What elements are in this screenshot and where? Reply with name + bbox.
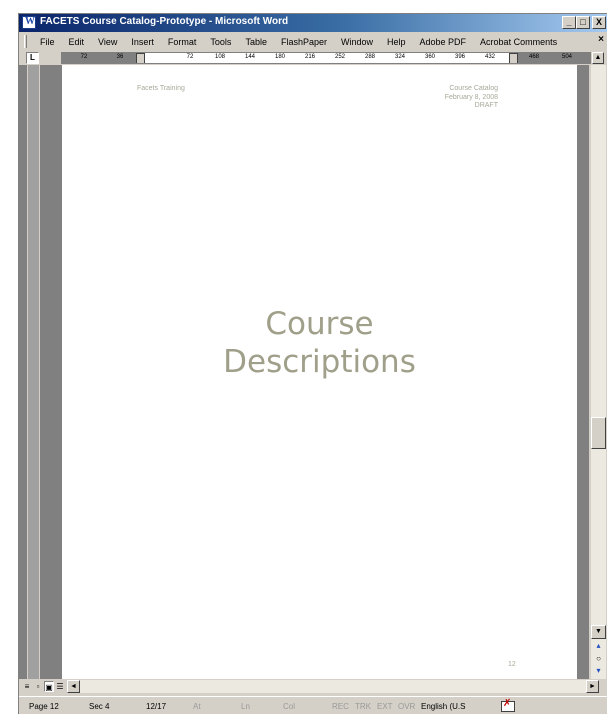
header-right-line: February 8, 2008 (444, 93, 498, 101)
select-browse-object-icon[interactable]: ○ (591, 653, 606, 665)
status-column: Col (283, 702, 296, 711)
menu-tools[interactable]: Tools (203, 37, 238, 47)
ruler-tick: 180 (274, 54, 286, 60)
ruler-tick: 216 (304, 54, 316, 60)
print-layout-view-icon[interactable]: ▣ (44, 681, 54, 692)
menu-flashpaper[interactable]: FlashPaper (274, 37, 334, 47)
window-title: FACETS Course Catalog-Prototype - Micros… (40, 16, 289, 27)
ruler-tick: 252 (334, 54, 346, 60)
vertical-ruler-margin (28, 65, 39, 679)
ruler-tick: 36 (116, 54, 124, 60)
tab-selector[interactable]: L (26, 52, 39, 64)
scroll-down-button[interactable]: ▼ (591, 625, 606, 639)
horizontal-ruler[interactable]: 72 36 72 108 144 180 216 252 288 324 360… (61, 52, 591, 64)
ruler-tick: 324 (394, 54, 406, 60)
status-track-changes[interactable]: TRK (355, 702, 371, 711)
section-title: Course Descriptions (62, 305, 577, 381)
ruler-tick: 288 (364, 54, 376, 60)
title-bar[interactable]: FACETS Course Catalog-Prototype - Micros… (19, 14, 607, 32)
ruler-tick: 396 (454, 54, 466, 60)
menu-table[interactable]: Table (238, 37, 274, 47)
word-app-icon[interactable] (22, 16, 36, 29)
minimize-button[interactable]: _ (562, 16, 576, 29)
header-left-text: Facets Training (137, 85, 185, 92)
ruler-tick: 468 (528, 54, 540, 60)
status-bar: Page 12 Sec 4 12/17 At Ln Col REC TRK EX… (19, 696, 607, 714)
menu-view[interactable]: View (91, 37, 124, 47)
status-at: At (193, 702, 201, 711)
vertical-scrollbar[interactable]: ▼ ▴ ○ ▾ (591, 65, 606, 679)
status-record-macro[interactable]: REC (332, 702, 349, 711)
menu-insert[interactable]: Insert (124, 37, 161, 47)
ruler-tick: 72 (80, 54, 88, 60)
vertical-ruler[interactable] (27, 65, 41, 679)
right-indent-marker[interactable] (509, 53, 518, 63)
menu-acrobat-comments[interactable]: Acrobat Comments (473, 37, 564, 47)
header-right-line: DRAFT (474, 102, 498, 109)
status-line: Ln (241, 702, 250, 711)
menu-format[interactable]: Format (161, 37, 204, 47)
status-language[interactable]: English (U.S (421, 702, 465, 711)
previous-page-icon[interactable]: ▴ (591, 640, 606, 652)
section-title-line: Descriptions (223, 344, 416, 380)
status-page-count: 12/17 (146, 702, 167, 711)
word-window: FACETS Course Catalog-Prototype - Micros… (18, 13, 607, 714)
ruler-row: L 72 36 72 108 144 180 216 252 288 324 3… (19, 51, 607, 65)
maximize-button[interactable]: □ (576, 16, 590, 29)
header-right-line: Course Catalog (449, 85, 498, 92)
ruler-tick: 72 (186, 54, 194, 60)
header-right-text: Course Catalog February 8, 2008 DRAFT (445, 85, 498, 111)
bottom-controls: ≡ ▫ ▣ ☰ ◄ ► (19, 680, 607, 694)
scroll-left-button[interactable]: ◄ (67, 680, 80, 693)
next-page-icon[interactable]: ▾ (591, 665, 606, 677)
status-page: Page 12 (29, 702, 59, 711)
document-area: Facets Training Course Catalog February … (19, 65, 589, 679)
scroll-up-button[interactable]: ▲ (592, 52, 604, 64)
scroll-right-button[interactable]: ► (586, 680, 599, 693)
window-controls: _ □ X (562, 16, 606, 29)
ruler-tick: 144 (244, 54, 256, 60)
footer-page-number: 12 (508, 661, 516, 668)
menu-adobe-pdf[interactable]: Adobe PDF (413, 37, 474, 47)
normal-view-icon[interactable]: ≡ (22, 681, 32, 692)
ruler-tick: 108 (214, 54, 226, 60)
status-extend-selection[interactable]: EXT (377, 702, 393, 711)
left-indent-marker[interactable] (136, 53, 145, 63)
menu-help[interactable]: Help (380, 37, 413, 47)
status-section: Sec 4 (89, 702, 110, 711)
menu-window[interactable]: Window (334, 37, 380, 47)
outline-view-icon[interactable]: ☰ (55, 681, 65, 692)
spelling-grammar-icon[interactable] (500, 698, 515, 712)
menu-edit[interactable]: Edit (62, 37, 92, 47)
close-document-icon[interactable]: × (598, 34, 604, 45)
close-button[interactable]: X (592, 16, 606, 29)
web-layout-view-icon[interactable]: ▫ (33, 681, 43, 692)
scroll-thumb[interactable] (591, 417, 606, 449)
menu-grip[interactable] (24, 35, 27, 48)
ruler-tick: 432 (484, 54, 496, 60)
document-page[interactable]: Facets Training Course Catalog February … (62, 65, 577, 679)
menu-file[interactable]: File (33, 37, 62, 47)
ruler-tick: 360 (424, 54, 436, 60)
status-overtype[interactable]: OVR (398, 702, 415, 711)
menu-bar: File Edit View Insert Format Tools Table… (19, 33, 607, 50)
ruler-tick: 504 (561, 54, 573, 60)
horizontal-scrollbar[interactable] (80, 680, 586, 693)
section-title-line: Course (265, 306, 374, 342)
